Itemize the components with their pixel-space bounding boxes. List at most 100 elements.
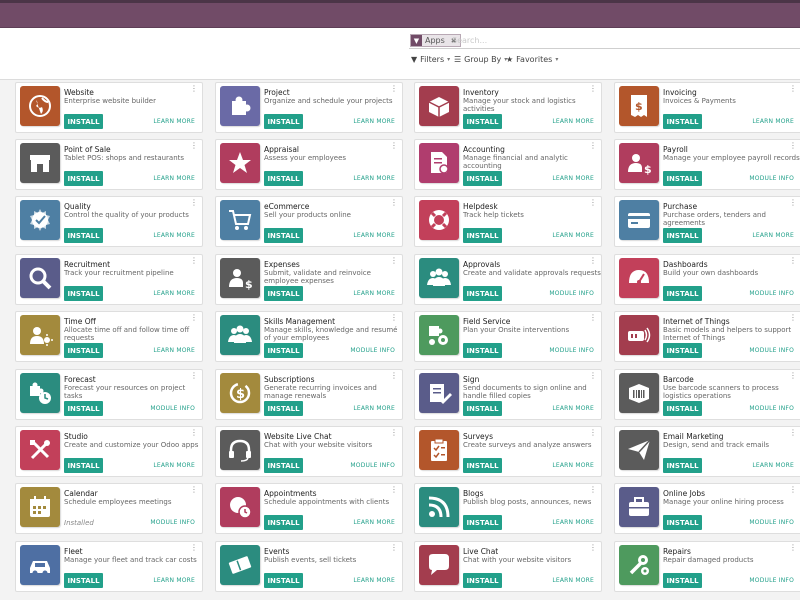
install-button[interactable]: INSTALL xyxy=(64,401,103,416)
app-card-helpdesk[interactable]: Helpdesk Track help tickets INSTALL LEARN M… xyxy=(414,196,602,247)
kebab-menu-icon[interactable]: ⋮ xyxy=(190,429,198,437)
install-button[interactable]: INSTALL xyxy=(264,401,303,416)
kebab-menu-icon[interactable]: ⋮ xyxy=(190,85,198,93)
app-card-field-service[interactable]: Field Service Plan your Onsite interventi… xyxy=(414,311,602,362)
app-card-expenses[interactable]: $ Expenses Submit, validate and reinvoice … xyxy=(215,254,403,305)
app-card-approvals[interactable]: Approvals Create and validate approvals r… xyxy=(414,254,602,305)
module-info-link[interactable]: MODULE INFO xyxy=(749,577,794,584)
kebab-menu-icon[interactable]: ⋮ xyxy=(589,544,597,552)
search-box[interactable]: ▼ Apps ✖ xyxy=(409,33,800,49)
app-card-surveys[interactable]: Surveys Create surveys and analyze answer… xyxy=(414,426,602,477)
app-card-fleet[interactable]: Fleet Manage your fleet and track car cos… xyxy=(15,541,203,592)
kebab-menu-icon[interactable]: ⋮ xyxy=(589,314,597,322)
install-button[interactable]: INSTALL xyxy=(663,343,702,358)
install-button[interactable]: INSTALL xyxy=(264,573,303,588)
app-card-appraisal[interactable]: Appraisal Assess your employees INSTALL LEA… xyxy=(215,139,403,190)
app-card-subscriptions[interactable]: $ Subscriptions Generate recurring invoice… xyxy=(215,369,403,420)
install-button[interactable]: INSTALL xyxy=(264,458,303,473)
module-info-link[interactable]: MODULE INFO xyxy=(350,462,395,469)
install-button[interactable]: INSTALL xyxy=(64,343,103,358)
install-button[interactable]: INSTALL xyxy=(264,343,303,358)
install-button[interactable]: INSTALL xyxy=(463,573,502,588)
kebab-menu-icon[interactable]: ⋮ xyxy=(390,142,398,150)
install-button[interactable]: INSTALL xyxy=(64,228,103,243)
app-card-website[interactable]: Website Enterprise website builder INSTALL… xyxy=(15,82,203,133)
learn-more-link[interactable]: LEARN MORE xyxy=(752,118,794,125)
app-card-dashboards[interactable]: Dashboards Build your own dashboards INSTA… xyxy=(614,254,800,305)
kebab-menu-icon[interactable]: ⋮ xyxy=(589,85,597,93)
app-card-repairs[interactable]: Repairs Repair damaged products INSTALL MOD… xyxy=(614,541,800,592)
learn-more-link[interactable]: LEARN MORE xyxy=(552,405,594,412)
install-button[interactable]: INSTALL xyxy=(463,228,502,243)
search-input[interactable] xyxy=(452,34,782,47)
install-button[interactable]: INSTALL xyxy=(64,573,103,588)
kebab-menu-icon[interactable]: ⋮ xyxy=(789,544,797,552)
app-card-appointments[interactable]: Appointments Schedule appointments with c… xyxy=(215,483,403,534)
install-button[interactable]: INSTALL xyxy=(64,171,103,186)
install-button[interactable]: INSTALL xyxy=(463,286,502,301)
kebab-menu-icon[interactable]: ⋮ xyxy=(589,486,597,494)
learn-more-link[interactable]: LEARN MORE xyxy=(353,232,395,239)
install-button[interactable]: INSTALL xyxy=(463,114,502,129)
app-card-time-off[interactable]: Time Off Allocate time off and follow tim… xyxy=(15,311,203,362)
kebab-menu-icon[interactable]: ⋮ xyxy=(190,142,198,150)
kebab-menu-icon[interactable]: ⋮ xyxy=(390,257,398,265)
install-button[interactable]: INSTALL xyxy=(463,343,502,358)
app-card-website-live-chat[interactable]: Website Live Chat Chat with your website … xyxy=(215,426,403,477)
kebab-menu-icon[interactable]: ⋮ xyxy=(589,372,597,380)
install-button[interactable]: INSTALL xyxy=(264,286,303,301)
learn-more-link[interactable]: LEARN MORE xyxy=(153,232,195,239)
app-card-project[interactable]: Project Organize and schedule your projec… xyxy=(215,82,403,133)
app-card-events[interactable]: Events Publish events, sell tickets INSTAL… xyxy=(215,541,403,592)
kebab-menu-icon[interactable]: ⋮ xyxy=(190,314,198,322)
install-button[interactable]: INSTALL xyxy=(264,515,303,530)
learn-more-link[interactable]: LEARN MORE xyxy=(552,462,594,469)
app-card-invoicing[interactable]: $ Invoicing Invoices & Payments INSTALL LEAR… xyxy=(614,82,800,133)
install-button[interactable]: INSTALL xyxy=(463,515,502,530)
learn-more-link[interactable]: LEARN MORE xyxy=(153,118,195,125)
kebab-menu-icon[interactable]: ⋮ xyxy=(789,429,797,437)
learn-more-link[interactable]: LEARN MORE xyxy=(552,519,594,526)
install-button[interactable]: INSTALL xyxy=(463,458,502,473)
install-button[interactable]: INSTALL xyxy=(264,114,303,129)
install-button[interactable]: INSTALL xyxy=(663,573,702,588)
app-card-live-chat[interactable]: Live Chat Chat with your website visitors… xyxy=(414,541,602,592)
kebab-menu-icon[interactable]: ⋮ xyxy=(789,199,797,207)
learn-more-link[interactable]: LEARN MORE xyxy=(153,290,195,297)
kebab-menu-icon[interactable]: ⋮ xyxy=(789,314,797,322)
module-info-link[interactable]: MODULE INFO xyxy=(350,347,395,354)
app-card-online-jobs[interactable]: Online Jobs Manage your online hiring pro… xyxy=(614,483,800,534)
learn-more-link[interactable]: LEARN MORE xyxy=(153,175,195,182)
module-info-link[interactable]: MODULE INFO xyxy=(749,290,794,297)
module-info-link[interactable]: MODULE INFO xyxy=(549,290,594,297)
app-card-email-marketing[interactable]: Email Marketing Design, send and track em… xyxy=(614,426,800,477)
app-card-purchase[interactable]: Purchase Purchase orders, tenders and agr… xyxy=(614,196,800,247)
install-button[interactable]: INSTALL xyxy=(64,458,103,473)
learn-more-link[interactable]: LEARN MORE xyxy=(353,519,395,526)
install-button[interactable]: INSTALL xyxy=(64,286,103,301)
learn-more-link[interactable]: LEARN MORE xyxy=(752,232,794,239)
learn-more-link[interactable]: LEARN MORE xyxy=(353,118,395,125)
kebab-menu-icon[interactable]: ⋮ xyxy=(390,429,398,437)
install-button[interactable]: INSTALL xyxy=(64,114,103,129)
kebab-menu-icon[interactable]: ⋮ xyxy=(789,142,797,150)
kebab-menu-icon[interactable]: ⋮ xyxy=(390,486,398,494)
module-info-link[interactable]: MODULE INFO xyxy=(749,347,794,354)
app-card-skills-management[interactable]: Skills Management Manage skills, knowledg… xyxy=(215,311,403,362)
app-card-point-of-sale[interactable]: Point of Sale Tablet POS: shops and resta… xyxy=(15,139,203,190)
app-card-blogs[interactable]: Blogs Publish blog posts, announces, news… xyxy=(414,483,602,534)
learn-more-link[interactable]: LEARN MORE xyxy=(353,577,395,584)
install-button[interactable]: INSTALL xyxy=(463,401,502,416)
learn-more-link[interactable]: LEARN MORE xyxy=(552,175,594,182)
filters-button[interactable]: ▼ Filters ▾ xyxy=(411,55,450,64)
kebab-menu-icon[interactable]: ⋮ xyxy=(190,544,198,552)
learn-more-link[interactable]: LEARN MORE xyxy=(353,405,395,412)
kebab-menu-icon[interactable]: ⋮ xyxy=(190,486,198,494)
module-info-link[interactable]: MODULE INFO xyxy=(150,405,195,412)
favorites-button[interactable]: ★ Favorites ▾ xyxy=(506,55,558,64)
module-info-link[interactable]: MODULE INFO xyxy=(549,347,594,354)
kebab-menu-icon[interactable]: ⋮ xyxy=(390,85,398,93)
kebab-menu-icon[interactable]: ⋮ xyxy=(190,257,198,265)
kebab-menu-icon[interactable]: ⋮ xyxy=(789,486,797,494)
app-card-calendar[interactable]: Calendar Schedule employees meetings Insta… xyxy=(15,483,203,534)
